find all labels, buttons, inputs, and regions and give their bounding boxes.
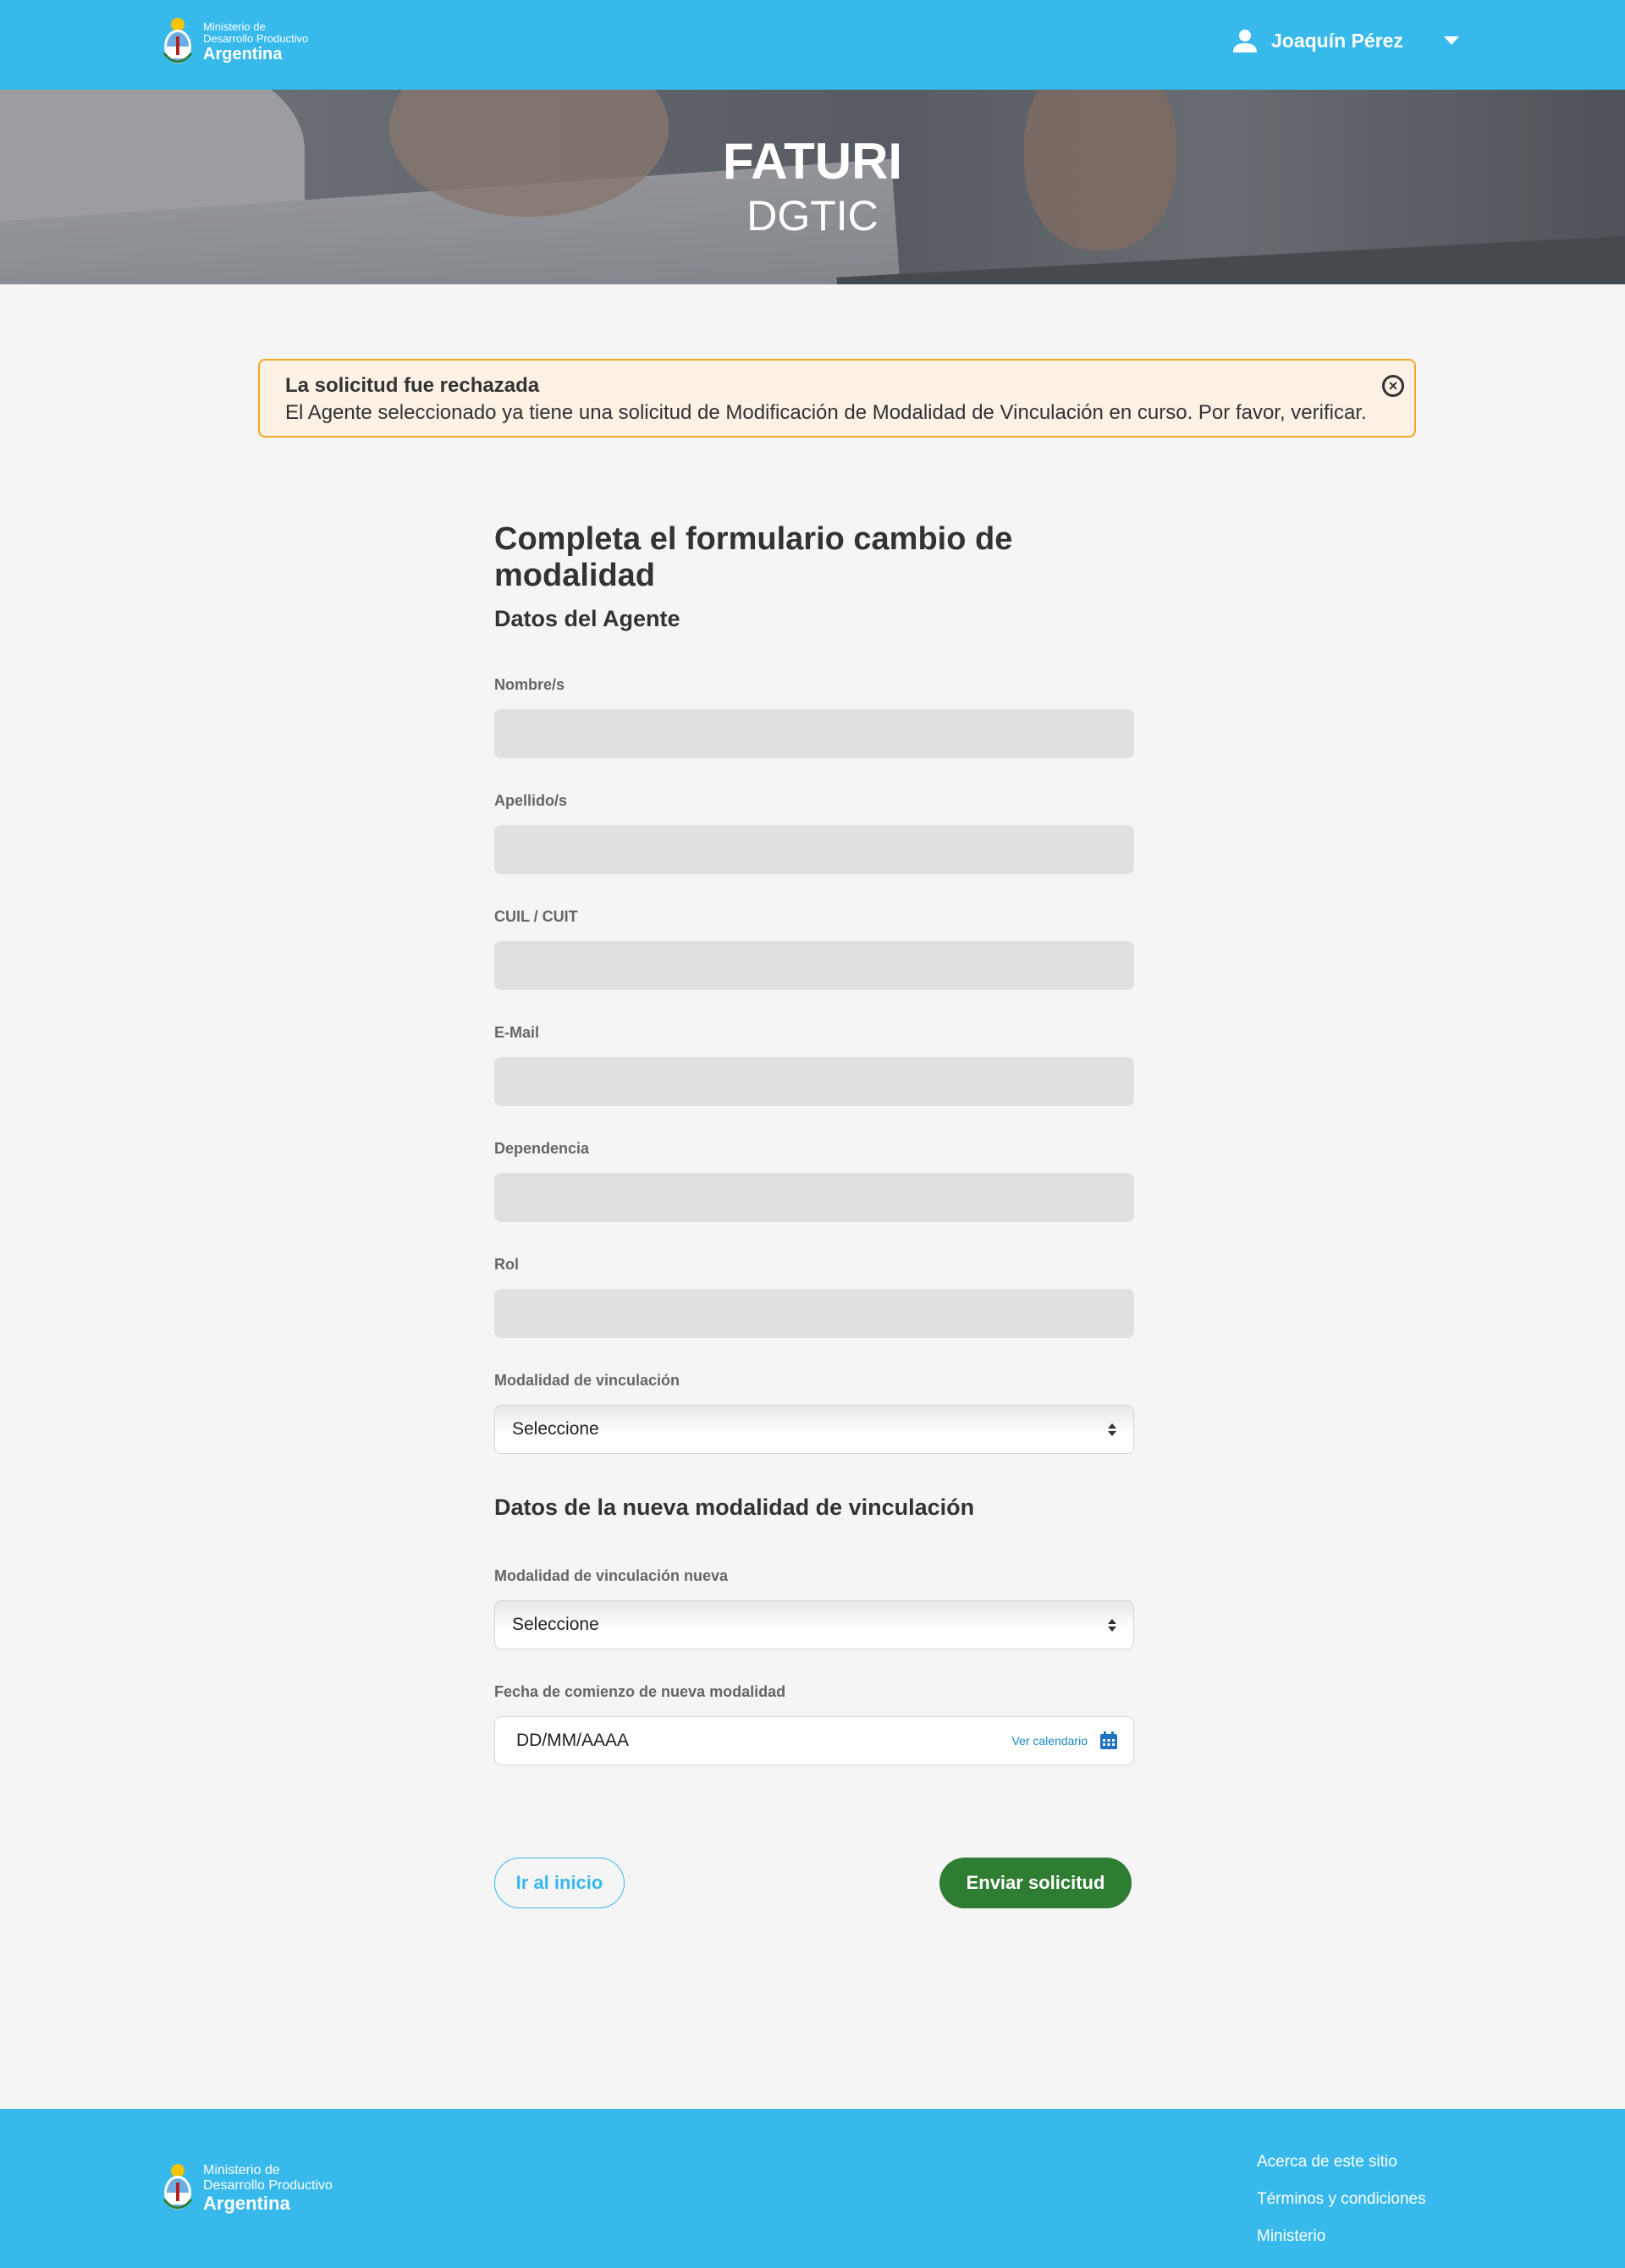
nombre-field[interactable] bbox=[494, 709, 1134, 758]
footer-link-about[interactable]: Acerca de este sitio bbox=[1257, 2153, 1426, 2172]
select-arrows-icon bbox=[1108, 1423, 1116, 1436]
footer-logo-line1: Ministerio de bbox=[203, 2163, 280, 2178]
footer-logo-line3: Argentina bbox=[203, 2192, 290, 2214]
top-navbar: Ministerio de Desarrollo Productivo Arge… bbox=[0, 0, 1625, 90]
user-icon bbox=[1233, 30, 1257, 52]
user-name: Joaquín Pérez bbox=[1271, 29, 1403, 52]
alert-message: El Agente seleccionado ya tiene una soli… bbox=[285, 401, 1367, 424]
go-home-button[interactable]: Ir al inicio bbox=[494, 1858, 625, 1908]
fecha-field[interactable]: DD/MM/AAAA Ver calendario bbox=[494, 1716, 1134, 1765]
select-arrows-icon bbox=[1108, 1618, 1116, 1632]
email-label: E-Mail bbox=[494, 1024, 540, 1041]
modalidad-nueva-selected-value: Seleccione bbox=[512, 1615, 599, 1634]
cuil-label: CUIL / CUIT bbox=[494, 908, 578, 925]
dependencia-label: Dependencia bbox=[494, 1140, 590, 1157]
footer: Ministerio de Desarrollo Productivo Arge… bbox=[0, 2109, 1625, 2268]
chevron-down-icon[interactable] bbox=[1443, 36, 1459, 45]
logo-line3: Argentina bbox=[203, 45, 283, 64]
ver-calendario-link[interactable]: Ver calendario bbox=[1011, 1734, 1088, 1748]
user-menu[interactable]: Joaquín Pérez bbox=[1232, 28, 1459, 53]
coat-of-arms-icon bbox=[162, 18, 193, 63]
rol-field[interactable] bbox=[494, 1289, 1134, 1338]
close-icon[interactable]: × bbox=[1382, 375, 1404, 397]
hero-title: FATURI bbox=[722, 133, 903, 190]
footer-link-ministry[interactable]: Ministerio bbox=[1257, 2227, 1426, 2246]
nombre-label: Nombre/s bbox=[494, 676, 565, 693]
modalidad-nueva-select[interactable]: Seleccione bbox=[494, 1600, 1134, 1649]
footer-logo-line2: Desarrollo Productivo bbox=[203, 2177, 333, 2193]
fecha-placeholder: DD/MM/AAAA bbox=[516, 1731, 630, 1750]
footer-link-terms[interactable]: Términos y condiciones bbox=[1257, 2190, 1426, 2209]
logo-line1: Ministerio de bbox=[203, 19, 266, 33]
form-title: Completa el formulario cambio de modalid… bbox=[494, 521, 1013, 593]
hero-banner: FATURI DGTIC bbox=[0, 90, 1625, 284]
hero-subtitle: DGTIC bbox=[746, 192, 879, 239]
error-alert: La solicitud fue rechazada El Agente sel… bbox=[258, 359, 1416, 438]
rol-label: Rol bbox=[494, 1256, 519, 1273]
section-new-modality: Datos de la nueva modalidad de vinculaci… bbox=[494, 1495, 975, 1520]
modalidad-nueva-label: Modalidad de vinculación nueva bbox=[494, 1567, 729, 1584]
cuil-field[interactable] bbox=[494, 941, 1134, 990]
apellido-field[interactable] bbox=[494, 825, 1134, 874]
change-modality-form: Completa el formulario cambio de modalid… bbox=[494, 521, 1134, 1765]
footer-ministry-logo[interactable]: Ministerio de Desarrollo Productivo Arge… bbox=[161, 2162, 333, 2215]
email-field[interactable] bbox=[494, 1057, 1134, 1106]
alert-title: La solicitud fue rechazada bbox=[285, 374, 540, 397]
apellido-label: Apellido/s bbox=[494, 792, 568, 809]
modalidad-selected-value: Seleccione bbox=[512, 1419, 599, 1439]
submit-request-button[interactable]: Enviar solicitud bbox=[939, 1858, 1132, 1908]
coat-of-arms-icon bbox=[162, 2164, 193, 2210]
dependencia-field[interactable] bbox=[494, 1173, 1134, 1222]
modalidad-select[interactable]: Seleccione bbox=[494, 1405, 1134, 1454]
logo-line2: Desarrollo Productivo bbox=[203, 32, 309, 45]
section-agent-data: Datos del Agente bbox=[494, 606, 680, 631]
fecha-label: Fecha de comienzo de nueva modalidad bbox=[494, 1683, 786, 1700]
footer-links: Acerca de este sitio Términos y condicio… bbox=[1257, 2153, 1426, 2246]
ministry-logo[interactable]: Ministerio de Desarrollo Productivo Arge… bbox=[161, 16, 308, 69]
modalidad-label: Modalidad de vinculación bbox=[494, 1372, 680, 1389]
calendar-icon[interactable] bbox=[1099, 1731, 1118, 1750]
